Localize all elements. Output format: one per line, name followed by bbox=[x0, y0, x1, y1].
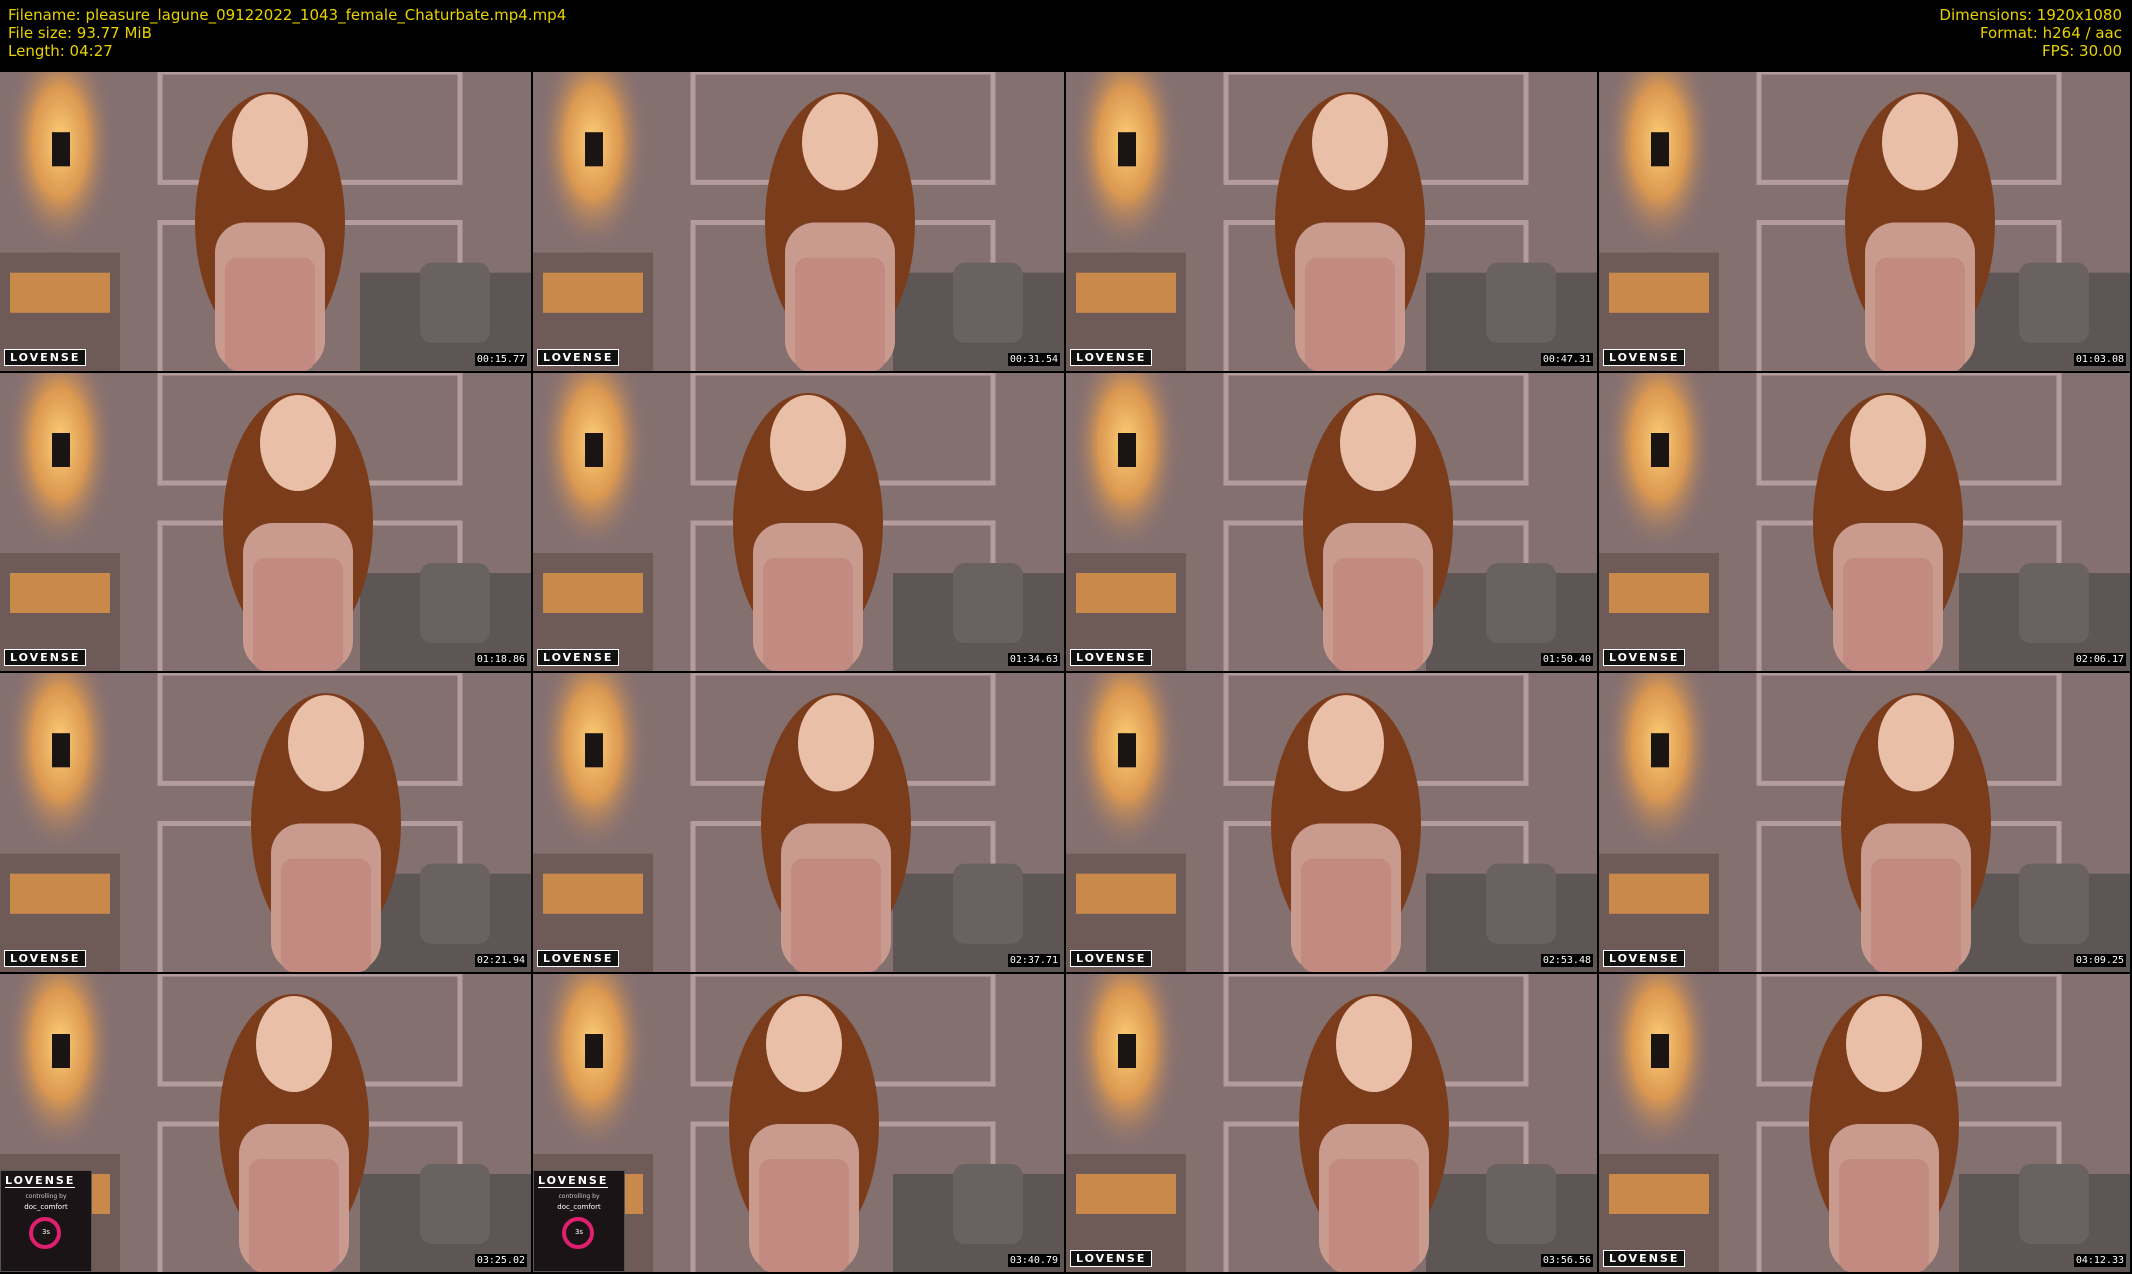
filename-text: Filename: pleasure_lagune_09122022_1043_… bbox=[8, 6, 567, 24]
lovense-logo: LOVENSE bbox=[4, 950, 87, 967]
lovense-logo: LOVENSE bbox=[537, 950, 620, 967]
file-info: Filename: pleasure_lagune_09122022_1043_… bbox=[8, 6, 566, 60]
frame-timestamp: 03:09.25 bbox=[2073, 954, 2126, 967]
frame-scene bbox=[1599, 72, 2130, 371]
lovense-logo: LOVENSE bbox=[1603, 1250, 1686, 1267]
frame-timestamp: 01:03.08 bbox=[2073, 353, 2126, 366]
lovense-logo: LOVENSE bbox=[4, 349, 87, 366]
video-frame-thumbnail[interactable]: LOVENSE controlling by doc_comfort 3s 03:25.… bbox=[0, 974, 531, 1272]
widget-timer-text: 3s bbox=[41, 1228, 51, 1236]
lovense-logo: LOVENSE bbox=[537, 349, 620, 366]
frame-scene bbox=[1066, 72, 1597, 371]
frame-timestamp: 03:40.79 bbox=[1007, 1254, 1060, 1267]
frame-scene bbox=[1066, 673, 1597, 972]
frame-scene bbox=[1066, 373, 1597, 671]
video-frame-thumbnail[interactable]: LOVENSE 03:09.25 bbox=[1599, 673, 2130, 972]
lovense-logo: LOVENSE bbox=[537, 649, 620, 666]
frame-scene bbox=[1066, 974, 1597, 1272]
frame-timestamp: 02:53.48 bbox=[1540, 954, 1593, 967]
dimensions-text: Dimensions: 1920x1080 bbox=[1939, 6, 2122, 24]
widget-subtitle: controlling by bbox=[25, 1193, 67, 1200]
filesize-text: File size: 93.77 MiB bbox=[8, 24, 152, 42]
frame-timestamp: 03:56.56 bbox=[1540, 1254, 1593, 1267]
frame-timestamp: 00:31.54 bbox=[1007, 353, 1060, 366]
widget-timer-text: 3s bbox=[574, 1228, 584, 1236]
lovense-logo: LOVENSE bbox=[1070, 349, 1153, 366]
video-frame-thumbnail[interactable]: LOVENSE 01:50.40 bbox=[1066, 373, 1597, 671]
frame-timestamp: 00:15.77 bbox=[474, 353, 527, 366]
frame-timestamp: 02:37.71 bbox=[1007, 954, 1060, 967]
lovense-logo: LOVENSE bbox=[1070, 1250, 1153, 1267]
frame-scene bbox=[533, 72, 1064, 371]
video-frame-thumbnail[interactable]: LOVENSE controlling by doc_comfort 3s 03:40.… bbox=[533, 974, 1064, 1272]
lovense-logo: LOVENSE bbox=[1603, 349, 1686, 366]
lovense-logo: LOVENSE bbox=[1603, 950, 1686, 967]
frame-timestamp: 03:25.02 bbox=[474, 1254, 527, 1267]
video-frame-thumbnail[interactable]: LOVENSE 02:21.94 bbox=[0, 673, 531, 972]
frame-timestamp: 01:50.40 bbox=[1540, 653, 1593, 666]
video-frame-thumbnail[interactable]: LOVENSE 02:06.17 bbox=[1599, 373, 2130, 671]
video-frame-thumbnail[interactable]: LOVENSE 02:53.48 bbox=[1066, 673, 1597, 972]
frame-timestamp: 04:12.33 bbox=[2073, 1254, 2126, 1267]
lovense-logo: LOVENSE bbox=[1070, 950, 1153, 967]
length-text: Length: 04:27 bbox=[8, 42, 113, 60]
frame-scene bbox=[1599, 673, 2130, 972]
video-frame-thumbnail[interactable]: LOVENSE 00:31.54 bbox=[533, 72, 1064, 371]
frame-timestamp: 02:21.94 bbox=[474, 954, 527, 967]
video-info: Dimensions: 1920x1080 Format: h264 / aac… bbox=[1939, 6, 2122, 60]
lovense-logo: LOVENSE bbox=[4, 649, 87, 666]
thumbnail-grid: LOVENSE 00:15.77 LOVENSE 00:31.54 LOVENSE 00:… bbox=[0, 72, 2132, 1274]
frame-scene bbox=[0, 72, 531, 371]
video-frame-thumbnail[interactable]: LOVENSE 00:15.77 bbox=[0, 72, 531, 371]
video-frame-thumbnail[interactable]: LOVENSE 00:47.31 bbox=[1066, 72, 1597, 371]
video-frame-thumbnail[interactable]: LOVENSE 03:56.56 bbox=[1066, 974, 1597, 1272]
widget-username: doc_comfort bbox=[557, 1203, 601, 1211]
frame-timestamp: 01:18.86 bbox=[474, 653, 527, 666]
frame-timestamp: 00:47.31 bbox=[1540, 353, 1593, 366]
video-frame-thumbnail[interactable]: LOVENSE 04:12.33 bbox=[1599, 974, 2130, 1272]
widget-logo: LOVENSE bbox=[538, 1174, 609, 1188]
format-text: Format: h264 / aac bbox=[1979, 24, 2122, 42]
widget-username: doc_comfort bbox=[24, 1203, 68, 1211]
frame-scene bbox=[0, 673, 531, 972]
frame-scene bbox=[1599, 974, 2130, 1272]
video-frame-thumbnail[interactable]: LOVENSE 01:18.86 bbox=[0, 373, 531, 671]
video-frame-thumbnail[interactable]: LOVENSE 02:37.71 bbox=[533, 673, 1064, 972]
video-frame-thumbnail[interactable]: LOVENSE 01:34.63 bbox=[533, 373, 1064, 671]
widget-logo: LOVENSE bbox=[5, 1174, 76, 1188]
video-frame-thumbnail[interactable]: LOVENSE 01:03.08 bbox=[1599, 72, 2130, 371]
frame-scene bbox=[1599, 373, 2130, 671]
frame-timestamp: 02:06.17 bbox=[2073, 653, 2126, 666]
contact-sheet-header: Filename: pleasure_lagune_09122022_1043_… bbox=[0, 0, 2132, 72]
lovense-control-widget: LOVENSE controlling by doc_comfort 3s bbox=[533, 1170, 625, 1272]
fps-text: FPS: 30.00 bbox=[2042, 42, 2122, 60]
lovense-logo: LOVENSE bbox=[1603, 649, 1686, 666]
frame-scene bbox=[533, 673, 1064, 972]
frame-scene bbox=[533, 373, 1064, 671]
lovense-logo: LOVENSE bbox=[1070, 649, 1153, 666]
frame-timestamp: 01:34.63 bbox=[1007, 653, 1060, 666]
lovense-control-widget: LOVENSE controlling by doc_comfort 3s bbox=[0, 1170, 92, 1272]
widget-subtitle: controlling by bbox=[558, 1193, 600, 1200]
frame-scene bbox=[0, 373, 531, 671]
